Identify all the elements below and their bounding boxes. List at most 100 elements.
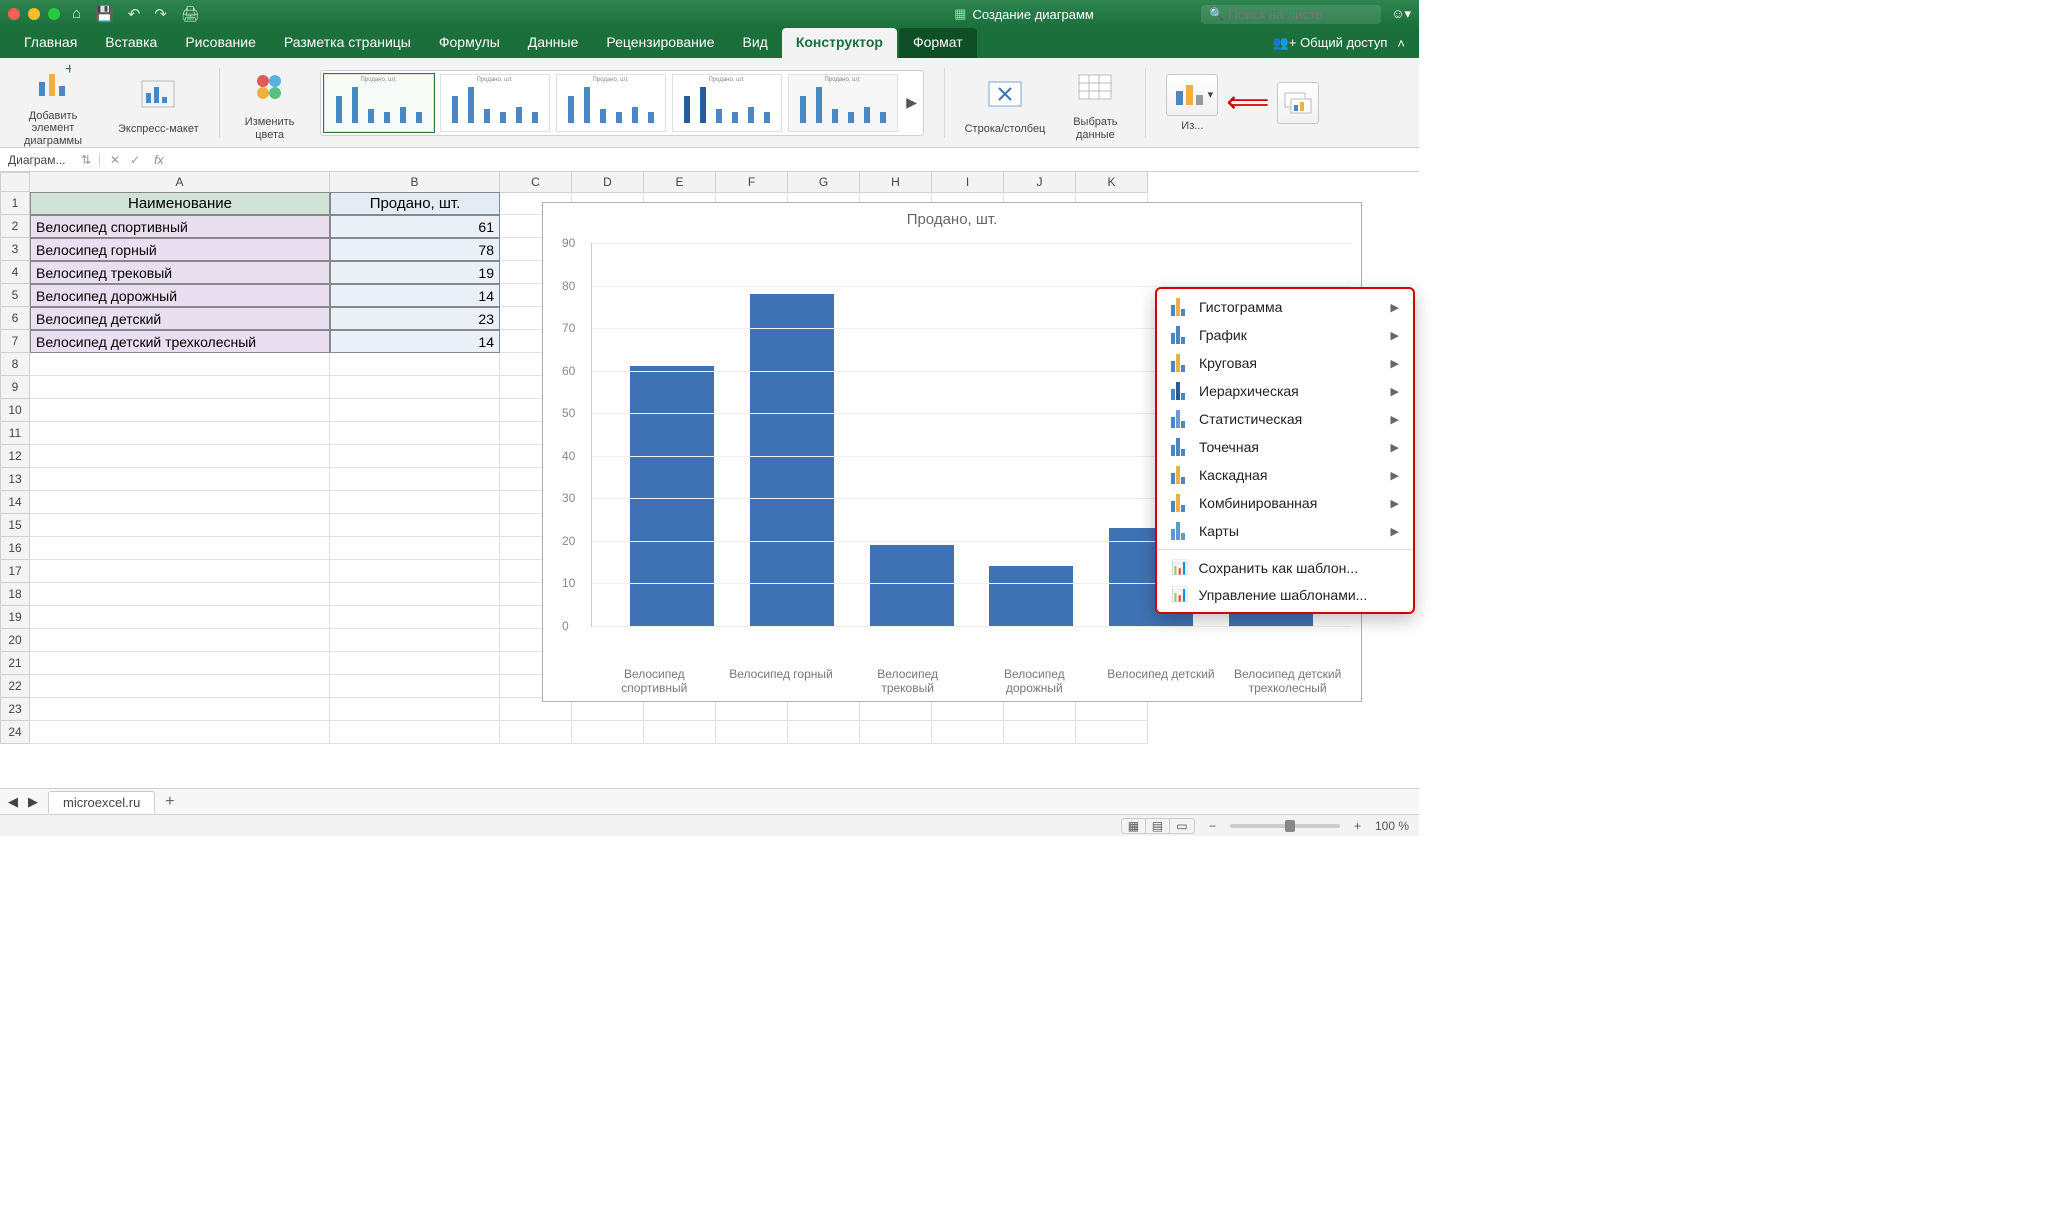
row-header[interactable]: 18 xyxy=(0,583,30,606)
save-icon[interactable]: 💾 xyxy=(95,5,114,23)
cell[interactable]: Велосипед детский xyxy=(30,307,330,330)
chart-bar[interactable] xyxy=(989,566,1073,626)
row-header[interactable]: 9 xyxy=(0,376,30,399)
menu-item-6[interactable]: Каскадная▶ xyxy=(1157,461,1413,489)
cell[interactable]: Велосипед трековый xyxy=(30,261,330,284)
zoom-in-button[interactable]: + xyxy=(1354,819,1361,833)
menu-item-1[interactable]: График▶ xyxy=(1157,321,1413,349)
col-header-F[interactable]: F xyxy=(716,172,788,192)
row-header[interactable]: 3 xyxy=(0,238,30,261)
cell[interactable]: Наименование xyxy=(30,192,330,215)
cell[interactable]: Велосипед детский трехколесный xyxy=(30,330,330,353)
row-header[interactable]: 19 xyxy=(0,606,30,629)
cell[interactable] xyxy=(330,491,500,514)
maximize-icon[interactable] xyxy=(48,8,60,20)
menu-save-template[interactable]: 📊Сохранить как шаблон... xyxy=(1157,554,1413,581)
col-header-I[interactable]: I xyxy=(932,172,1004,192)
cell[interactable]: Велосипед горный xyxy=(30,238,330,261)
cell[interactable] xyxy=(30,353,330,376)
row-header[interactable]: 12 xyxy=(0,445,30,468)
sheet-prev-icon[interactable]: ◀ xyxy=(8,794,18,810)
tab-review[interactable]: Рецензирование xyxy=(592,28,728,58)
cell[interactable] xyxy=(330,652,500,675)
menu-item-0[interactable]: Гистограмма▶ xyxy=(1157,293,1413,321)
chart-styles-gallery[interactable]: ▶ xyxy=(320,70,924,136)
row-header[interactable]: 10 xyxy=(0,399,30,422)
row-header[interactable]: 22 xyxy=(0,675,30,698)
cell[interactable] xyxy=(330,537,500,560)
cell[interactable] xyxy=(330,468,500,491)
cell[interactable] xyxy=(500,721,572,744)
cell[interactable] xyxy=(30,560,330,583)
search-box[interactable]: 🔍 xyxy=(1201,5,1381,24)
worksheet[interactable]: ABCDEFGHIJK 1НаименованиеПродано, шт.2Ве… xyxy=(0,172,1419,788)
move-chart-button[interactable] xyxy=(1277,82,1319,124)
cell[interactable] xyxy=(30,583,330,606)
zoom-slider[interactable] xyxy=(1230,824,1340,828)
style-thumb-5[interactable] xyxy=(788,74,898,132)
cell[interactable] xyxy=(30,537,330,560)
tab-data[interactable]: Данные xyxy=(514,28,593,58)
row-header[interactable]: 23 xyxy=(0,698,30,721)
page-layout-view-icon[interactable]: ▤ xyxy=(1146,819,1170,833)
collapse-ribbon-icon[interactable]: ˄ xyxy=(1397,36,1405,51)
col-header-H[interactable]: H xyxy=(860,172,932,192)
col-header-B[interactable]: B xyxy=(330,172,500,192)
col-header-D[interactable]: D xyxy=(572,172,644,192)
menu-item-2[interactable]: Круговая▶ xyxy=(1157,349,1413,377)
row-header[interactable]: 2 xyxy=(0,215,30,238)
style-thumb-4[interactable] xyxy=(672,74,782,132)
cell[interactable] xyxy=(30,652,330,675)
cell[interactable] xyxy=(860,721,932,744)
cancel-icon[interactable]: ✕ xyxy=(110,153,120,167)
row-header[interactable]: 24 xyxy=(0,721,30,744)
row-header[interactable]: 4 xyxy=(0,261,30,284)
change-chart-type-button[interactable]: ▾ Из... xyxy=(1166,74,1218,132)
cell[interactable] xyxy=(330,675,500,698)
row-header[interactable]: 15 xyxy=(0,514,30,537)
cell[interactable] xyxy=(30,422,330,445)
zoom-out-button[interactable]: − xyxy=(1209,819,1216,833)
styles-next-icon[interactable]: ▶ xyxy=(904,94,920,111)
cell[interactable] xyxy=(330,721,500,744)
row-header[interactable]: 21 xyxy=(0,652,30,675)
switch-row-column-button[interactable]: Строка/столбец xyxy=(965,71,1046,135)
tab-insert[interactable]: Вставка xyxy=(91,28,171,58)
style-thumb-3[interactable] xyxy=(556,74,666,132)
cell[interactable] xyxy=(330,629,500,652)
cell[interactable] xyxy=(644,721,716,744)
cell[interactable] xyxy=(330,514,500,537)
cell[interactable] xyxy=(30,399,330,422)
cell[interactable] xyxy=(30,698,330,721)
cell[interactable] xyxy=(30,468,330,491)
style-thumb-1[interactable] xyxy=(324,74,434,132)
cell[interactable] xyxy=(572,721,644,744)
menu-item-5[interactable]: Точечная▶ xyxy=(1157,433,1413,461)
tab-formulas[interactable]: Формулы xyxy=(425,28,514,58)
add-chart-element-button[interactable]: + Добавить элемент диаграммы xyxy=(8,58,98,146)
row-header[interactable]: 5 xyxy=(0,284,30,307)
add-sheet-button[interactable]: + xyxy=(165,793,174,811)
user-icon[interactable]: ☺▾ xyxy=(1391,6,1411,22)
change-colors-button[interactable]: Изменить цвета xyxy=(240,64,300,140)
menu-item-7[interactable]: Комбинированная▶ xyxy=(1157,489,1413,517)
menu-item-8[interactable]: Карты▶ xyxy=(1157,517,1413,545)
row-header[interactable]: 6 xyxy=(0,307,30,330)
cell[interactable] xyxy=(1004,721,1076,744)
sheet-tab[interactable]: microexcel.ru xyxy=(48,791,155,813)
select-data-button[interactable]: Выбрать данные xyxy=(1065,64,1125,140)
cell[interactable]: 78 xyxy=(330,238,500,261)
chart-bar[interactable] xyxy=(630,366,714,626)
row-header[interactable]: 17 xyxy=(0,560,30,583)
confirm-icon[interactable]: ✓ xyxy=(130,153,140,167)
cell[interactable] xyxy=(1076,721,1148,744)
row-header[interactable]: 14 xyxy=(0,491,30,514)
cell[interactable] xyxy=(330,583,500,606)
menu-manage-templates[interactable]: 📊Управление шаблонами... xyxy=(1157,581,1413,608)
share-button[interactable]: 👥+ Общий доступ xyxy=(1273,35,1388,51)
col-header-A[interactable]: A xyxy=(30,172,330,192)
quick-layout-button[interactable]: Экспресс-макет xyxy=(118,71,199,135)
row-header[interactable]: 8 xyxy=(0,353,30,376)
cell[interactable]: 14 xyxy=(330,330,500,353)
chart-bar[interactable] xyxy=(870,545,954,626)
